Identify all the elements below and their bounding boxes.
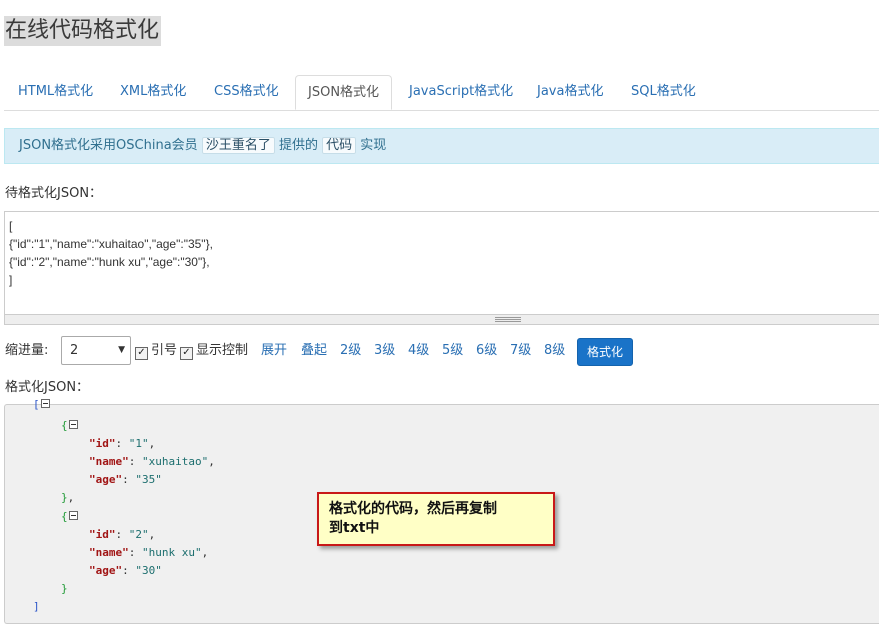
tab-xml[interactable]: XML格式化 [120, 75, 186, 109]
show-control-label: 显示控制 [196, 343, 249, 358]
input-line: ] [9, 273, 13, 287]
quote-label: 引号 [151, 343, 178, 358]
json-input[interactable]: [ {"id":"1","name":"xuhaitao","age":"35"… [4, 211, 879, 315]
json-value: "30" [135, 564, 162, 577]
json-field-line: "name": "xuhaitao", [89, 455, 215, 468]
tab-json[interactable]: JSON格式化 [295, 75, 393, 110]
info-suffix: 实现 [360, 138, 387, 153]
level-link[interactable]: 8级 [544, 336, 565, 366]
json-key: "name" [89, 455, 129, 468]
object-open-line: { [61, 417, 78, 435]
array-close-line: ] [33, 600, 40, 613]
collapse-link[interactable]: 叠起 [301, 336, 327, 366]
object-close-line: } [61, 582, 68, 595]
json-value: "xuhaitao" [142, 455, 209, 468]
show-control-checkbox[interactable]: ✓ [180, 347, 193, 360]
level-link[interactable]: 4级 [408, 336, 429, 366]
level-link[interactable]: 6级 [476, 336, 497, 366]
level-link[interactable]: 5级 [442, 336, 463, 366]
json-value: "hunk xu" [142, 546, 202, 559]
level-link[interactable]: 2级 [340, 336, 361, 366]
json-value: "35" [135, 473, 162, 486]
json-key: "id" [89, 437, 116, 450]
array-open-bracket: [ [33, 398, 40, 411]
array-open-line: [ [33, 396, 50, 414]
output-label: 格式化JSON： [5, 380, 90, 395]
json-key: "id" [89, 528, 116, 541]
tab-css[interactable]: CSS格式化 [214, 75, 279, 109]
json-key: "age" [89, 473, 123, 486]
expand-link[interactable]: 展开 [261, 336, 287, 366]
json-field-line: "name": "hunk xu", [89, 546, 209, 559]
tab-java[interactable]: Java格式化 [537, 75, 603, 109]
info-member-link[interactable]: 沙王重名了 [201, 137, 275, 154]
show-control-option[interactable]: ✓ 显示控制 [180, 336, 248, 366]
object-close-line: }, [61, 491, 75, 504]
tab-javascript[interactable]: JavaScript格式化 [409, 75, 513, 109]
callout-line: 格式化的代码，然后再复制 [329, 501, 497, 517]
input-label: 待格式化JSON： [5, 186, 103, 201]
object-open-line: { [61, 508, 78, 526]
grip-icon [495, 317, 521, 322]
tab-html[interactable]: HTML格式化 [18, 75, 93, 109]
annotation-callout: 格式化的代码，然后再复制 到txt中 [317, 492, 555, 546]
input-resize-handle[interactable] [4, 315, 879, 325]
info-middle: 提供的 [278, 138, 318, 153]
format-button[interactable]: 格式化 [577, 338, 633, 366]
tab-sql[interactable]: SQL格式化 [631, 75, 696, 109]
quote-checkbox[interactable]: ✓ [135, 347, 148, 360]
format-tabs: HTML格式化 XML格式化 CSS格式化 JSON格式化 JavaScript… [4, 75, 879, 111]
info-banner: JSON格式化采用OSChina会员 沙王重名了 提供的 代码 实现 [4, 128, 879, 164]
input-line: {"id":"2","name":"hunk xu","age":"30"}, [9, 255, 210, 269]
json-key: "name" [89, 546, 129, 559]
page-title: 在线代码格式化 [4, 16, 162, 46]
info-code-link[interactable]: 代码 [322, 137, 357, 154]
level-link[interactable]: 7级 [510, 336, 531, 366]
quote-option[interactable]: ✓ 引号 [135, 336, 177, 366]
json-field-line: "age": "30" [89, 564, 162, 577]
callout-line: 到txt中 [329, 520, 380, 536]
object-open-brace: { [61, 419, 68, 432]
indent-select[interactable]: 2 ▼ [61, 336, 131, 365]
json-field-line: "id": "2", [89, 528, 156, 541]
indent-value: 2 [70, 343, 79, 358]
collapse-toggle-icon[interactable] [40, 399, 50, 408]
json-field-line: "id": "1", [89, 437, 156, 450]
info-prefix: JSON格式化采用OSChina会员 [19, 138, 198, 153]
json-value: "1" [128, 437, 149, 450]
json-value: "2" [128, 528, 149, 541]
object-open-brace: { [61, 510, 68, 523]
json-key: "age" [89, 564, 123, 577]
collapse-toggle-icon[interactable] [68, 420, 78, 429]
indent-label: 缩进量: [5, 343, 49, 358]
dropdown-arrow-icon: ▼ [118, 345, 125, 355]
collapse-toggle-icon[interactable] [68, 511, 78, 520]
json-field-line: "age": "35" [89, 473, 162, 486]
level-link[interactable]: 3级 [374, 336, 395, 366]
input-line: {"id":"1","name":"xuhaitao","age":"35"}, [9, 237, 213, 251]
input-line: [ [9, 219, 13, 233]
